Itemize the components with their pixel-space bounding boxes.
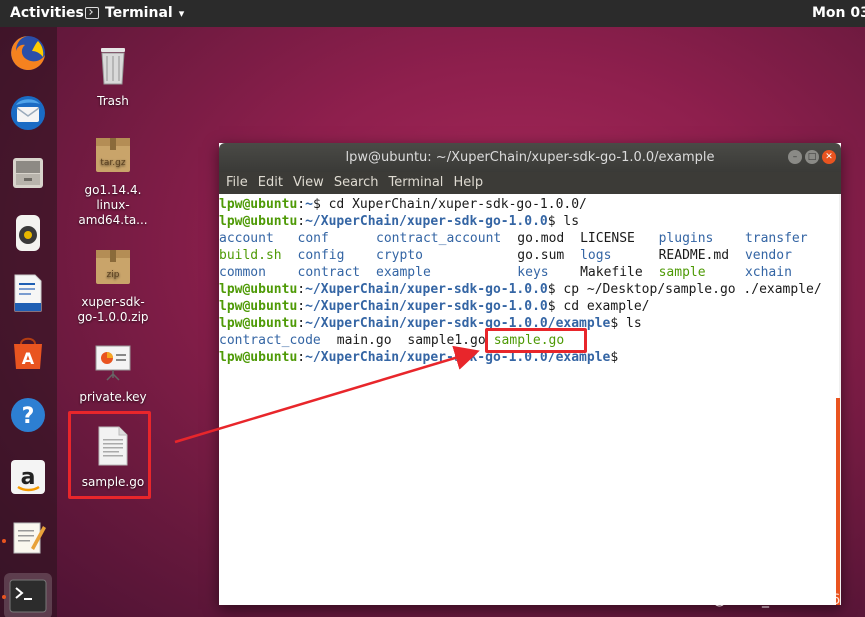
annotation-arrow bbox=[174, 345, 480, 444]
watermark: CSDN @2501_91543876 bbox=[668, 592, 841, 608]
